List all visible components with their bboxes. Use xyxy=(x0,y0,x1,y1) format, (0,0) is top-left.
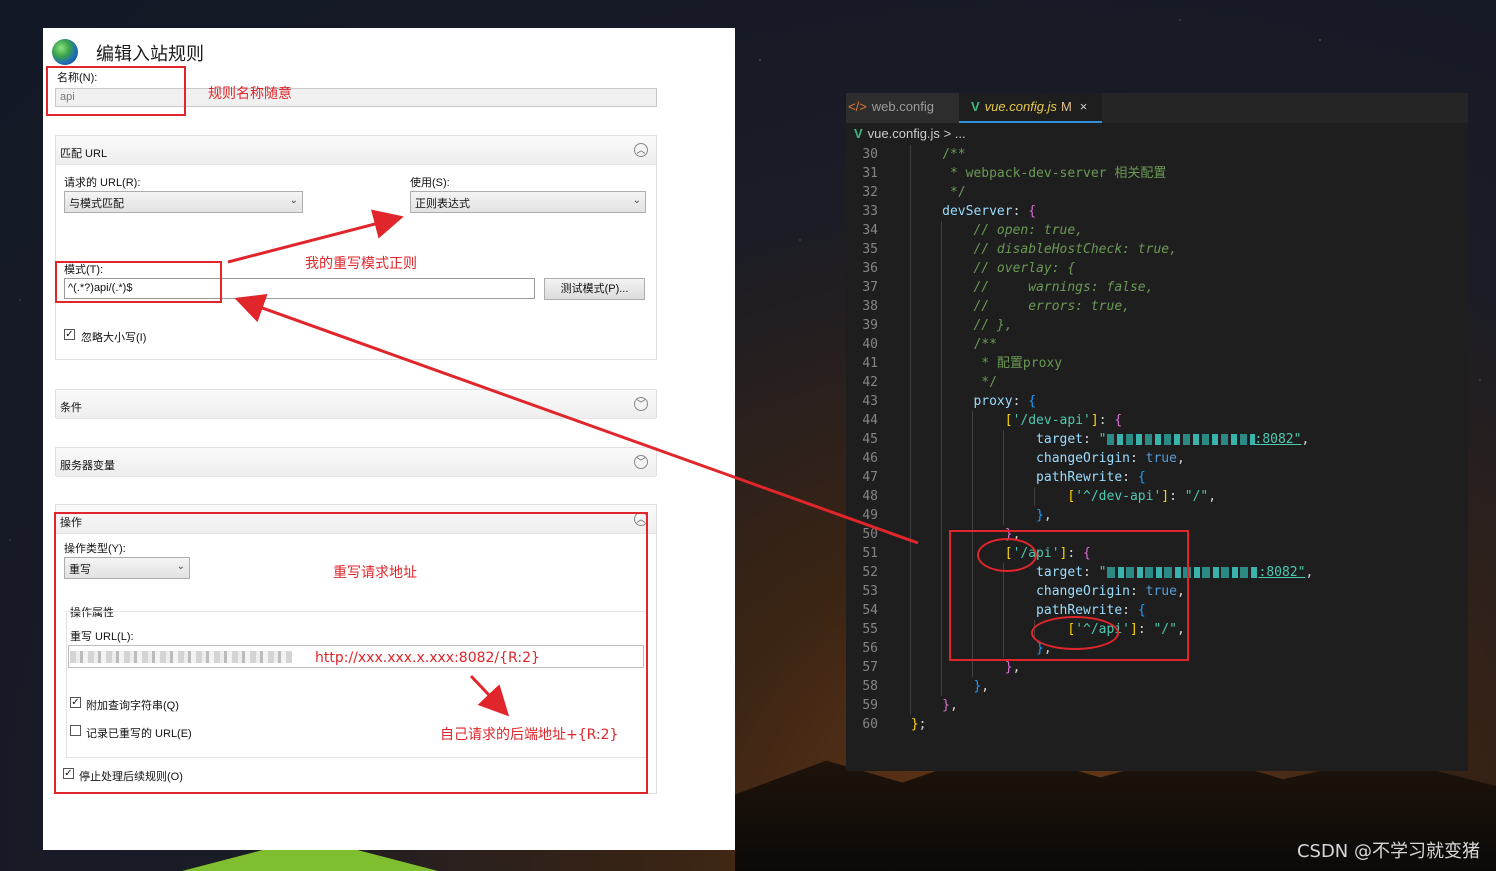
watermark: CSDN @不学习就变猪 xyxy=(1296,841,1480,862)
arrow-to-using-select xyxy=(227,209,404,264)
arrow-to-pattern xyxy=(234,293,919,545)
arrow-to-backend-note xyxy=(469,674,510,717)
annotation-arrows xyxy=(227,209,919,717)
